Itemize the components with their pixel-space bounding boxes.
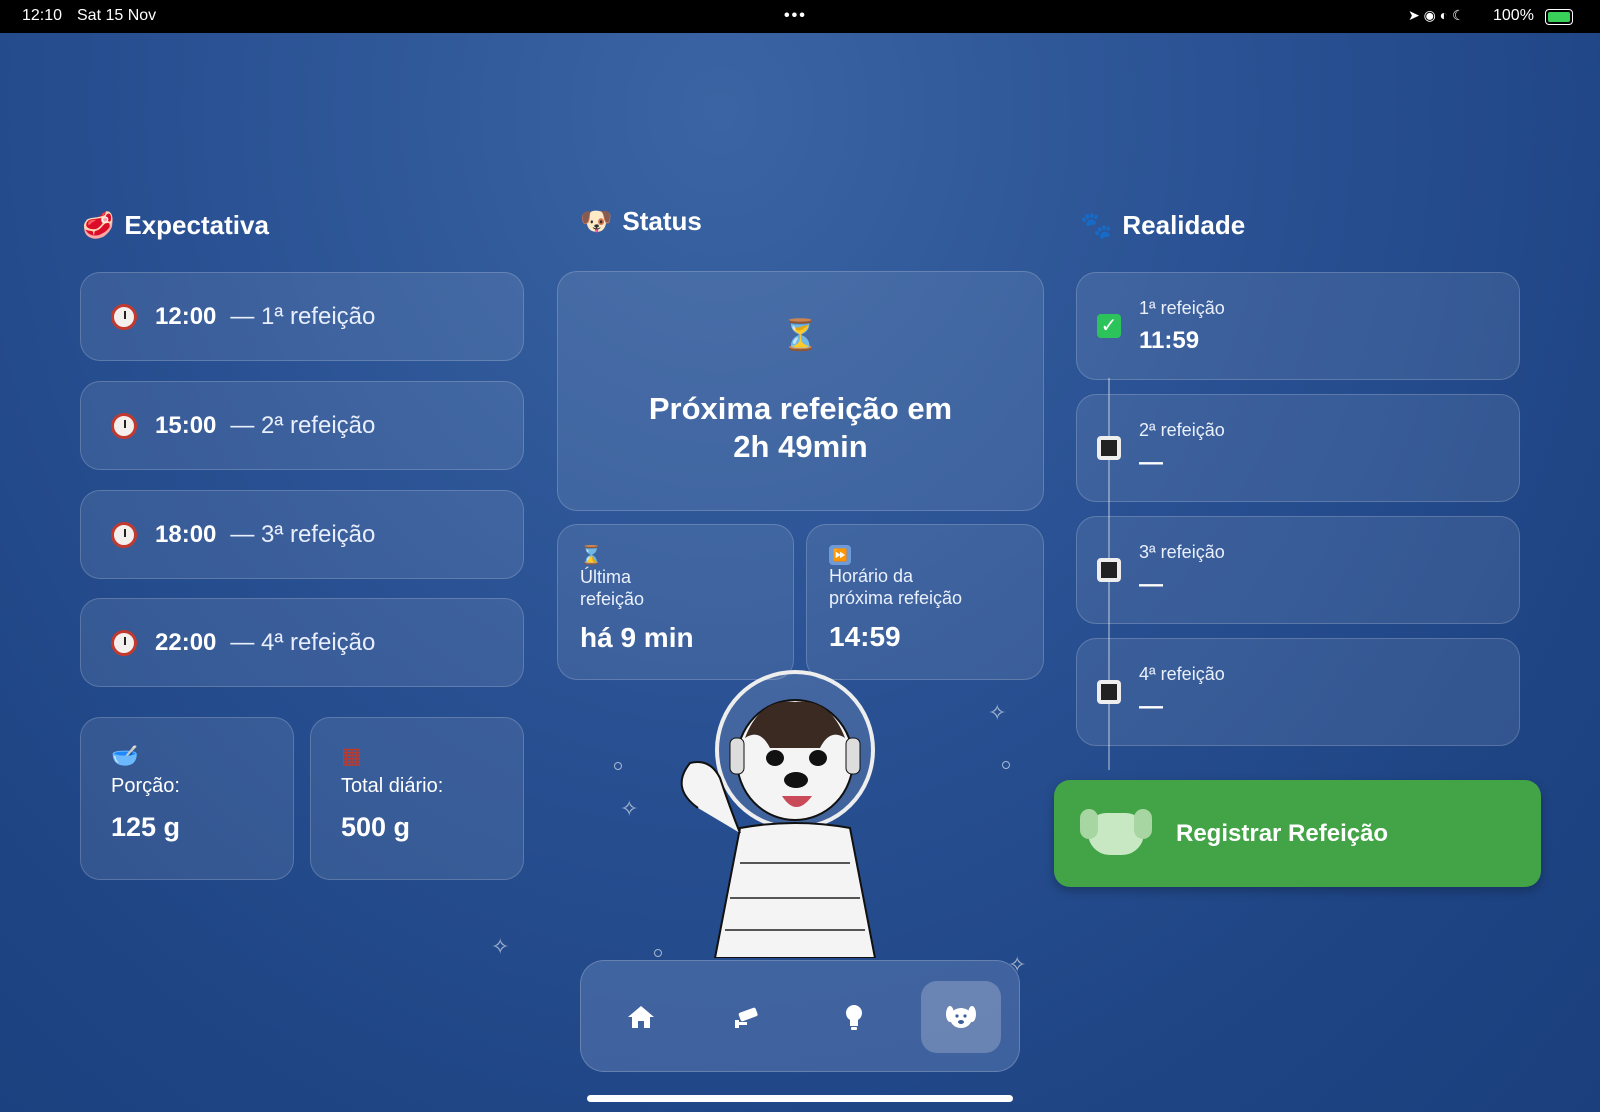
sparkle-decoration: ✧ xyxy=(491,934,510,959)
status-bar: 12:10 Sat 15 Nov ••• ➤ ◉ ◐ ☾ 100% xyxy=(0,0,1600,33)
meal-label: — 2ª refeição xyxy=(230,411,376,439)
status-icons: ➤ ◉ ◐ ☾ xyxy=(1408,7,1465,23)
astronaut-dog-illustration xyxy=(680,670,877,958)
actual-meal-2[interactable]: 2ª refeição — xyxy=(1076,394,1520,502)
portion-label: Porção: xyxy=(111,775,180,797)
fast-forward-icon: ⏩ xyxy=(829,545,851,565)
paw-prints-icon: 🐾 xyxy=(1080,210,1113,241)
checked-icon: ✓ xyxy=(1097,314,1121,338)
abacus-icon: ▦ xyxy=(341,744,362,769)
last-label-line-1: Última xyxy=(580,567,632,587)
last-meal-card: ⌛ Última refeição há 9 min xyxy=(557,524,794,680)
expected-meal-1: 12:00 — 1ª refeição xyxy=(80,272,524,361)
last-meal-value: há 9 min xyxy=(580,622,694,653)
realidade-header: 🐾 Realidade xyxy=(1080,210,1245,241)
next-meal-countdown: Próxima refeição em 2h 49min xyxy=(558,390,1043,466)
register-meal-label: Registrar Refeição xyxy=(1176,819,1389,847)
actual-meal-4[interactable]: 4ª refeição — xyxy=(1076,638,1520,746)
last-meal-label: Última refeição xyxy=(580,566,771,610)
next-time-value: 14:59 xyxy=(829,621,901,652)
alarm-clock-icon xyxy=(111,303,137,330)
meal-label: — 3ª refeição xyxy=(230,520,376,548)
dot-decoration xyxy=(1002,761,1010,769)
last-label-line-2: refeição xyxy=(580,589,645,609)
actual-meal-label: 4ª refeição xyxy=(1139,663,1225,684)
unchecked-icon xyxy=(1097,436,1121,460)
sparkle-decoration: ✧ xyxy=(988,700,1007,725)
dog-icon xyxy=(946,1006,976,1028)
unchecked-icon xyxy=(1097,558,1121,582)
unchecked-icon xyxy=(1097,680,1121,704)
alarm-clock-icon xyxy=(111,629,137,656)
next-time-label-line-1: Horário da xyxy=(829,566,914,586)
actual-meal-time: — xyxy=(1139,692,1163,720)
actual-meal-label: 1ª refeição xyxy=(1139,297,1225,318)
sparkle-decoration: ✧ xyxy=(620,796,639,821)
actual-meal-time: — xyxy=(1139,570,1163,598)
next-time-label-line-2: próxima refeição xyxy=(829,588,963,608)
actual-meal-1[interactable]: ✓ 1ª refeição 11:59 xyxy=(1076,272,1520,380)
next-time-label: Horário da próxima refeição xyxy=(829,565,1021,609)
countdown-line-1: Próxima refeição em xyxy=(648,391,953,426)
dot-decoration xyxy=(614,762,622,770)
dog-face-icon: 🐶 xyxy=(580,206,613,237)
meal-time: 12:00 xyxy=(155,302,217,330)
home-indicator[interactable] xyxy=(587,1095,1013,1102)
multitask-dots[interactable]: ••• xyxy=(784,7,807,25)
date: Sat 15 Nov xyxy=(77,7,157,24)
actual-meal-label: 3ª refeição xyxy=(1139,541,1225,562)
bottom-tab-bar xyxy=(580,960,1020,1072)
dog-icon xyxy=(1080,808,1152,855)
meat-icon: 🥩 xyxy=(82,210,115,241)
daily-value: 500 g xyxy=(341,812,411,842)
bowl-icon: 🥣 xyxy=(111,744,139,769)
meal-time: 15:00 xyxy=(155,411,217,439)
battery-icon xyxy=(1545,9,1573,25)
status-title: Status xyxy=(622,206,702,236)
portion-card: 🥣 Porção: 125 g xyxy=(80,717,294,880)
alarm-clock-icon xyxy=(111,412,137,439)
hourglass-icon: ⏳ xyxy=(781,318,820,353)
alarm-clock-icon xyxy=(111,521,137,548)
home-icon xyxy=(628,1006,654,1028)
expected-meal-4: 22:00 — 4ª refeição xyxy=(80,598,524,687)
daily-total-card: ▦ Total diário: 500 g xyxy=(310,717,524,880)
countdown-line-2: 2h 49min xyxy=(733,429,868,464)
daily-label: Total diário: xyxy=(341,775,444,797)
register-meal-button[interactable]: Registrar Refeição xyxy=(1054,780,1541,887)
tab-home[interactable] xyxy=(601,981,681,1053)
expectativa-header: 🥩 Expectativa xyxy=(82,210,269,241)
meal-time: 18:00 xyxy=(155,520,217,548)
meal-time: 22:00 xyxy=(155,628,217,656)
tab-dog[interactable] xyxy=(921,981,1001,1053)
actual-meal-3[interactable]: 3ª refeição — xyxy=(1076,516,1520,624)
hourglass-icon: ⌛ xyxy=(580,545,603,566)
next-meal-card: ⏳ Próxima refeição em 2h 49min xyxy=(557,271,1044,511)
dot-decoration xyxy=(654,949,662,957)
portion-value: 125 g xyxy=(111,812,181,842)
status-header: 🐶 Status xyxy=(580,206,702,237)
next-time-card: ⏩ Horário da próxima refeição 14:59 xyxy=(806,524,1044,680)
actual-meal-time: — xyxy=(1139,448,1163,476)
tab-camera[interactable] xyxy=(708,981,788,1053)
security-camera-icon xyxy=(735,1007,758,1028)
tab-light[interactable] xyxy=(814,981,894,1053)
battery-percent: 100% xyxy=(1493,7,1534,24)
expected-meal-3: 18:00 — 3ª refeição xyxy=(80,490,524,579)
actual-meal-label: 2ª refeição xyxy=(1139,419,1225,440)
realidade-title: Realidade xyxy=(1122,210,1246,240)
meal-label: — 4ª refeição xyxy=(230,628,376,656)
expectativa-title: Expectativa xyxy=(124,210,269,240)
actual-meal-time: 11:59 xyxy=(1139,326,1200,354)
meal-label: — 1ª refeição xyxy=(230,302,376,330)
expected-meal-2: 15:00 — 2ª refeição xyxy=(80,381,524,470)
lightbulb-icon xyxy=(846,1005,862,1030)
clock: 12:10 xyxy=(22,7,63,24)
